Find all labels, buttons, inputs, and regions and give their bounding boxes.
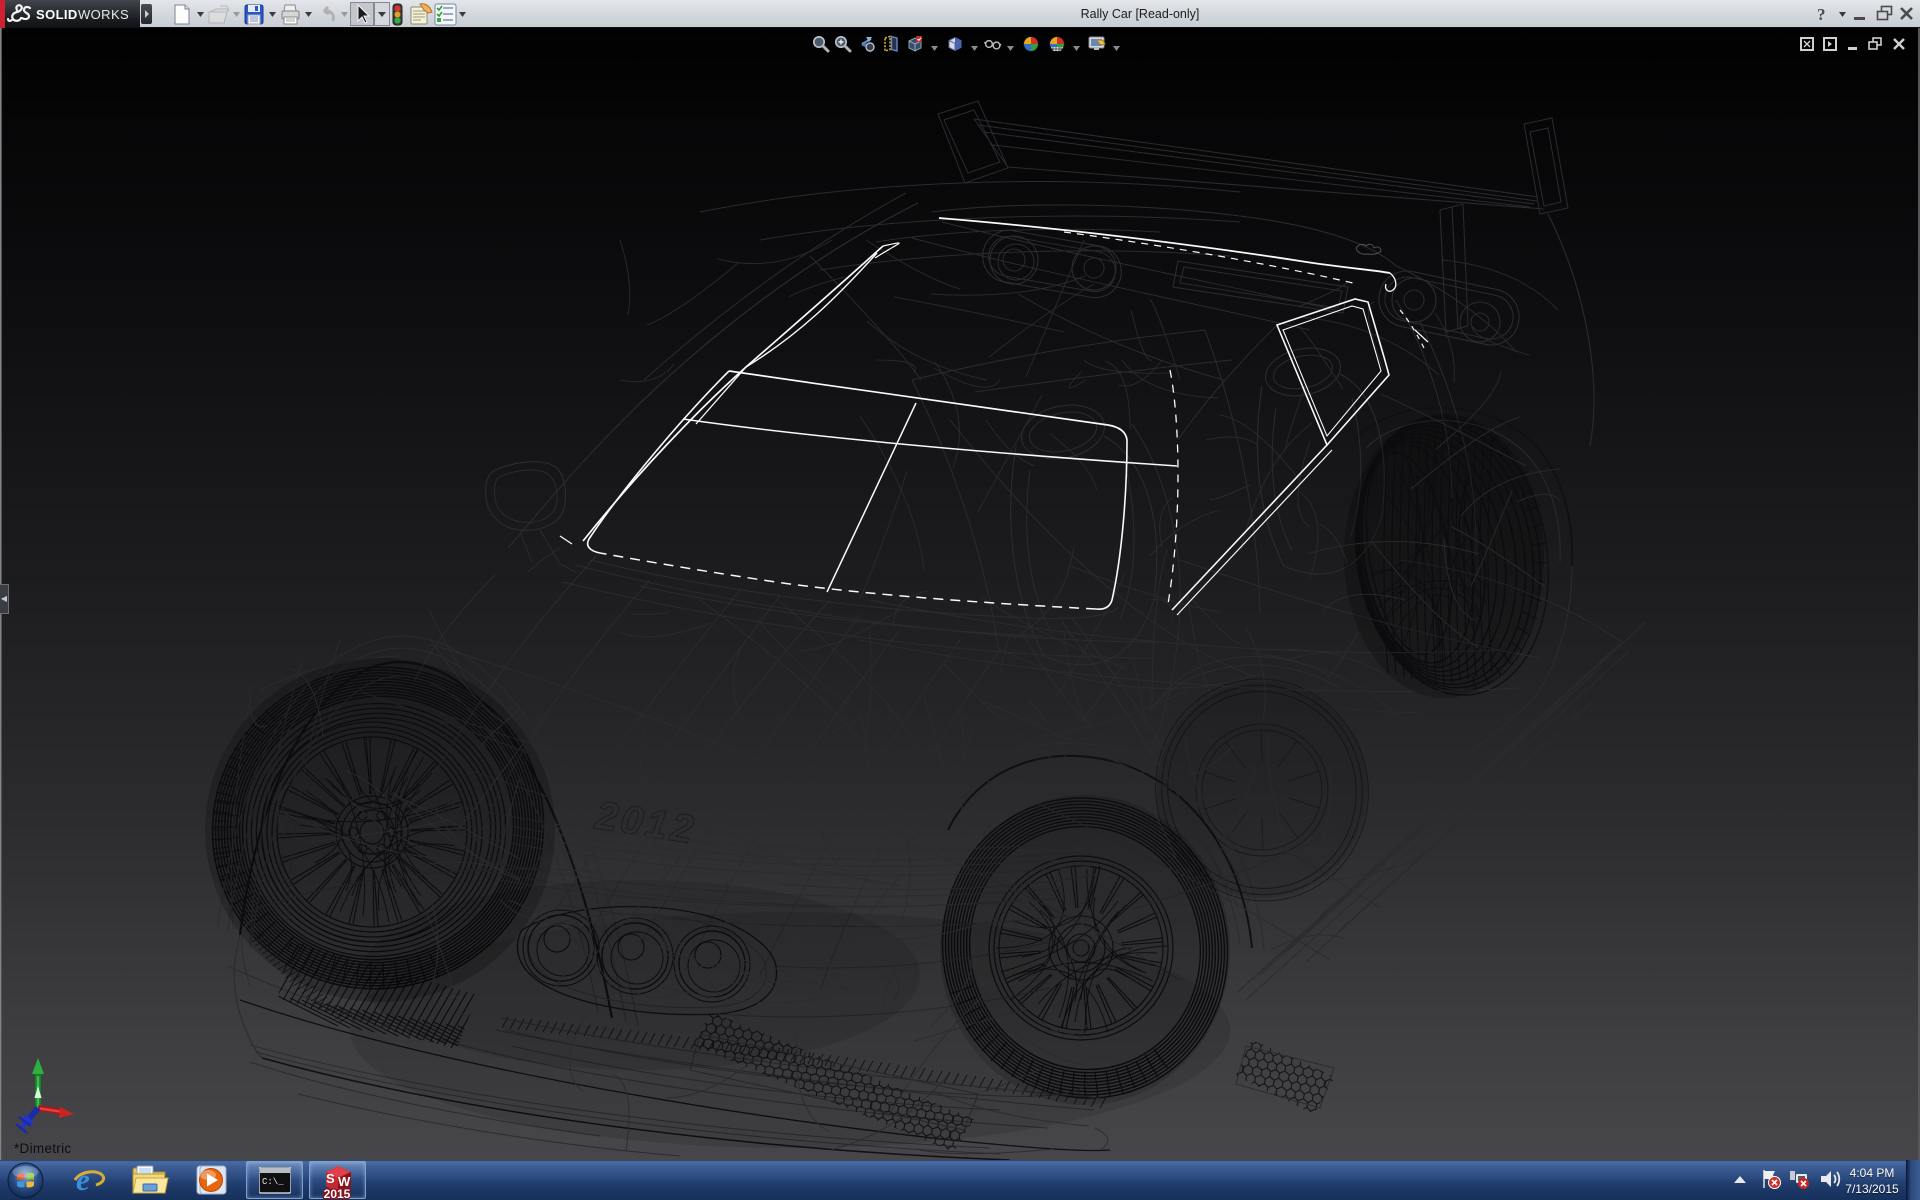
svg-text:e: e bbox=[76, 1163, 90, 1197]
svg-text:S: S bbox=[326, 1171, 335, 1186]
svg-text:SOLID: SOLID bbox=[36, 7, 78, 22]
svg-text:2015: 2015 bbox=[324, 1187, 351, 1199]
svg-text:2012: 2012 bbox=[592, 793, 700, 852]
svg-text:C:\_: C:\_ bbox=[262, 1177, 284, 1187]
svg-text:WORKS: WORKS bbox=[78, 7, 129, 22]
svg-text:?: ? bbox=[1817, 5, 1826, 24]
